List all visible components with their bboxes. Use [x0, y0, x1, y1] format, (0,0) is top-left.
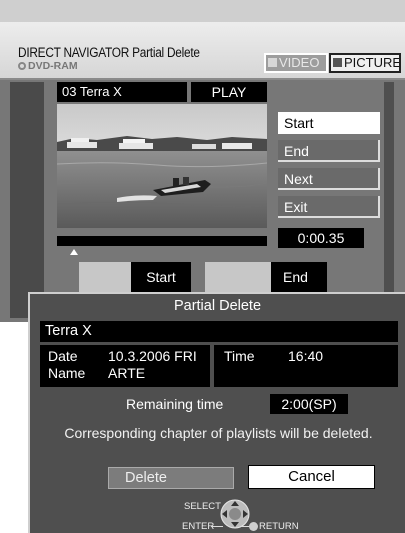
media-type-label: DVD-RAM [18, 60, 78, 72]
tab-picture-label: PICTURE [344, 55, 401, 70]
tab-video-label: VIDEO [279, 55, 320, 70]
return-hint: RETURN [259, 521, 299, 532]
remaining-time-label: Remaining time [126, 396, 224, 412]
start-marker-label: Start [131, 262, 191, 292]
menu-item-next[interactable]: Next [278, 168, 380, 190]
enter-hint: ENTER [182, 521, 215, 532]
dialog-title: Partial Delete [173, 298, 262, 314]
page-title: DIRECT NAVIGATOR Partial Delete [18, 45, 200, 60]
left-side-panel [10, 82, 44, 318]
start-thumbnail [79, 262, 131, 292]
timeline-marker-icon [70, 249, 78, 255]
menu-item-exit[interactable]: Exit [278, 196, 380, 218]
disc-icon [18, 62, 26, 70]
select-hint: SELECT [184, 501, 221, 512]
top-strip [0, 0, 405, 22]
time-value: 16:40 [288, 348, 324, 364]
right-side-panel [384, 82, 394, 318]
header: DIRECT NAVIGATOR Partial Delete DVD-RAM … [0, 22, 405, 80]
tab-square-icon [268, 58, 277, 67]
media-type-text: DVD-RAM [28, 60, 78, 72]
time-counter: 0:00.35 [278, 228, 364, 248]
delete-button[interactable]: Delete [108, 467, 234, 489]
name-value: ARTE [108, 365, 146, 381]
cancel-button[interactable]: Cancel [248, 465, 375, 489]
date-value: 10.3.2006 FRI [108, 348, 197, 364]
partial-delete-dialog: Partial Delete Terra X Date 10.3.2006 FR… [28, 292, 405, 533]
date-name-panel: Date 10.3.2006 FRI Name ARTE [40, 345, 210, 387]
tab-picture[interactable]: PICTURE [329, 53, 401, 73]
playback-status: PLAY [191, 82, 267, 102]
date-label: Date [48, 348, 78, 364]
time-label: Time [224, 348, 255, 364]
end-marker-label: End [271, 262, 327, 292]
preview-image [57, 104, 267, 228]
tab-video[interactable]: VIDEO [264, 53, 328, 73]
tab-square-icon [333, 58, 342, 67]
warning-message: Corresponding chapter of playlists will … [64, 425, 373, 441]
return-icon [249, 522, 258, 531]
time-panel: Time 16:40 [214, 345, 398, 387]
video-preview [57, 104, 267, 228]
menu-item-end[interactable]: End [278, 140, 380, 162]
end-thumbnail [205, 262, 271, 292]
name-label: Name [48, 365, 86, 381]
navigator-screen: DIRECT NAVIGATOR Partial Delete DVD-RAM … [0, 0, 405, 322]
enter-connector [211, 526, 223, 527]
remaining-time-value: 2:00(SP) [270, 394, 348, 414]
menu-item-start[interactable]: Start [278, 112, 380, 134]
program-name-bar: 03 Terra X [57, 82, 187, 102]
timeline-bar[interactable] [57, 236, 267, 246]
dialog-program-name: Terra X [40, 321, 398, 342]
dpad-icon [220, 499, 250, 529]
